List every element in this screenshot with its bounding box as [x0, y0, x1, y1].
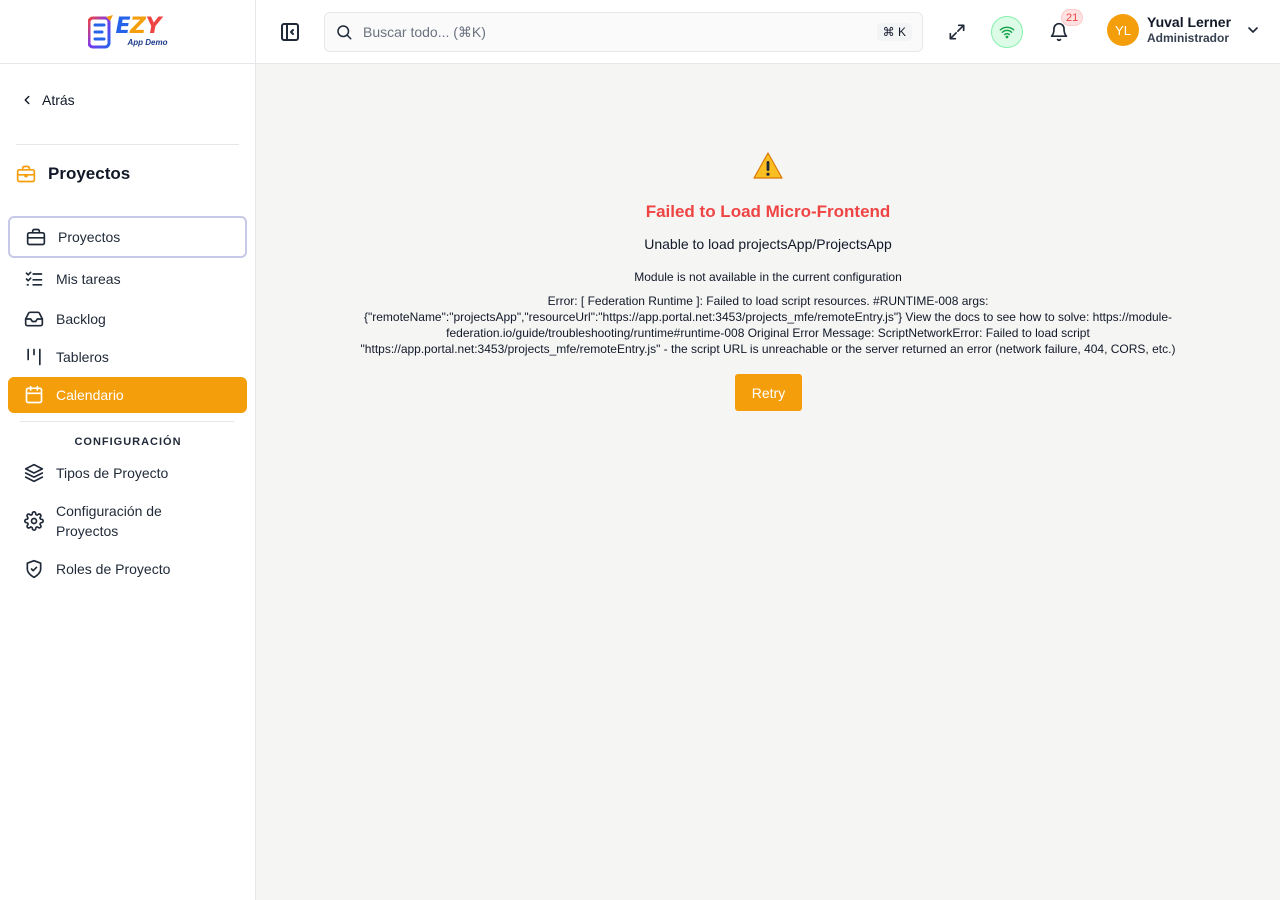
briefcase-icon — [16, 165, 36, 183]
wifi-icon — [999, 26, 1015, 39]
logo-area: EZY App Demo — [0, 0, 255, 64]
search-icon — [337, 25, 352, 40]
top-header: ⌘ K 21 YL Yuval Lerner Administrador — [256, 0, 1280, 64]
sidebar-item-label: Mis tareas — [56, 271, 121, 287]
checklist-icon — [24, 269, 44, 289]
panel-collapse-icon — [281, 23, 299, 41]
shield-check-icon — [24, 559, 44, 579]
back-link[interactable]: Atrás — [20, 92, 75, 108]
sidebar-item-label: Tipos de Proyecto — [56, 465, 169, 481]
expand-icon — [949, 24, 965, 40]
sidebar-item-tableros[interactable]: Tableros — [8, 340, 247, 374]
layers-icon — [24, 463, 44, 483]
sidebar-item-tipos-de-proyecto[interactable]: Tipos de Proyecto — [8, 456, 247, 490]
gear-icon — [24, 511, 44, 531]
search-box[interactable]: ⌘ K — [324, 12, 923, 52]
user-name: Yuval Lerner — [1147, 14, 1232, 31]
warning-icon — [753, 152, 783, 179]
sidebar-toggle-button[interactable] — [278, 20, 302, 44]
sidebar-item-mis-tareas[interactable]: Mis tareas — [8, 262, 247, 296]
sidebar-item-label: Calendario — [56, 387, 124, 403]
sidebar-item-configuracion-de-proyectos[interactable]: Configuración de Proyectos — [8, 498, 247, 544]
notifications-badge: 21 — [1061, 9, 1084, 26]
briefcase-icon — [26, 227, 46, 247]
chevron-down-icon — [1248, 27, 1258, 33]
error-module-message: Module is not available in the current c… — [634, 270, 902, 284]
logo-wordmark: EZY — [115, 14, 162, 39]
user-menu[interactable]: YL Yuval Lerner Administrador — [1107, 14, 1261, 46]
error-title: Failed to Load Micro-Frontend — [645, 202, 891, 221]
retry-button[interactable]: Retry — [735, 374, 802, 411]
error-detail: Error: [ Federation Runtime ]: Failed to… — [360, 294, 1176, 356]
columns-icon — [24, 347, 44, 367]
sidebar-item-roles-de-proyecto[interactable]: Roles de Proyecto — [8, 552, 247, 586]
fullscreen-button[interactable] — [941, 16, 973, 48]
sidebar-item-label: Configuración de Proyectos — [56, 503, 162, 539]
avatar: YL — [1107, 14, 1139, 46]
inbox-icon — [24, 309, 44, 329]
sidebar-item-label: Backlog — [56, 311, 106, 327]
sidebar-item-label: Tableros — [56, 349, 109, 365]
back-label: Atrás — [42, 92, 75, 108]
config-section-label: CONFIGURACIÓN — [74, 436, 182, 448]
sidebar-item-label: Roles de Proyecto — [56, 561, 171, 577]
sidebar-item-calendario[interactable]: Calendario — [8, 377, 247, 413]
user-role: Administrador — [1147, 31, 1230, 46]
main-content: Failed to Load Micro-Frontend Unable to … — [256, 64, 1280, 900]
sidebar: EZY App Demo Atrás Proyectos Proyectos M… — [0, 0, 256, 900]
sidebar-item-backlog[interactable]: Backlog — [8, 302, 247, 336]
logo-e-icon — [87, 14, 113, 48]
logo-subtitle: App Demo — [127, 38, 168, 47]
calendar-icon — [24, 385, 44, 405]
sidebar-item-proyectos[interactable]: Proyectos — [8, 216, 247, 258]
sidebar-item-label: Proyectos — [58, 229, 121, 245]
section-title: Proyectos — [16, 164, 130, 184]
connection-status-button[interactable] — [991, 16, 1023, 48]
search-input[interactable] — [363, 24, 843, 40]
app-logo[interactable]: EZY App Demo — [87, 14, 168, 49]
chevron-left-icon — [24, 95, 30, 105]
search-shortcut-hint: ⌘ K — [876, 23, 912, 41]
error-subtitle: Unable to load projectsApp/ProjectsApp — [644, 236, 892, 252]
section-title-label: Proyectos — [48, 164, 131, 183]
divider — [16, 144, 239, 145]
divider — [20, 421, 234, 422]
